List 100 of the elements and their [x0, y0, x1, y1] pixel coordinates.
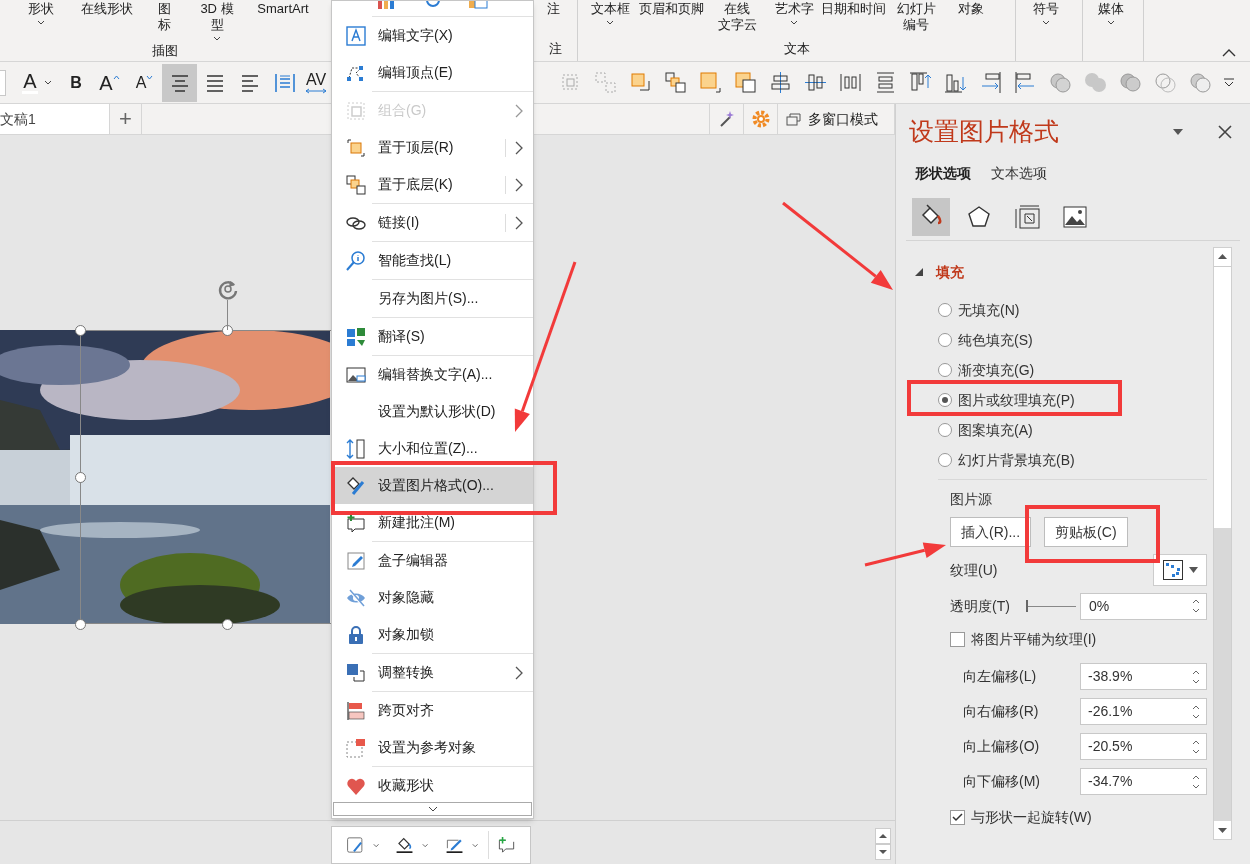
radio-label[interactable]: 无填充(N) — [958, 299, 1020, 321]
scroll-up-icon[interactable] — [1214, 248, 1231, 266]
ribbon-button[interactable]: 3D 模 型 — [186, 0, 248, 41]
menu-item[interactable]: 置于底层(K) — [332, 166, 533, 203]
menu-item[interactable]: 设置为参考对象 — [332, 729, 533, 766]
ribbon-button[interactable]: 页眉和页脚 — [636, 0, 706, 39]
ribbon-button[interactable]: 图 标 — [142, 0, 186, 41]
resize-handle[interactable] — [75, 472, 86, 483]
pane-tab[interactable]: 形状选项 — [915, 162, 971, 184]
dropdown-icon[interactable] — [1172, 128, 1184, 136]
ribbon-button[interactable]: 在线形状 — [72, 0, 142, 41]
ribbon-button[interactable]: 形状 — [10, 0, 72, 41]
radio-label[interactable]: 纯色填充(S) — [958, 329, 1033, 351]
menu-item[interactable]: 大小和位置(Z)... — [332, 430, 533, 467]
menu-item[interactable]: 对象隐藏 — [332, 579, 533, 616]
font-color-button[interactable]: A — [14, 63, 60, 102]
pane-icon-tab[interactable] — [912, 198, 950, 236]
resize-handle[interactable] — [222, 619, 233, 630]
scroll-thumb[interactable] — [1214, 266, 1231, 528]
menu-item[interactable]: 置于顶层(R) — [332, 129, 533, 166]
scroll-down-icon[interactable] — [1214, 821, 1231, 839]
scroll-up-icon[interactable] — [875, 828, 891, 844]
ribbon-button[interactable]: 注 — [533, 0, 573, 39]
font-field[interactable] — [0, 69, 6, 96]
collapse-icon[interactable] — [1222, 49, 1236, 57]
section-title[interactable]: 填充 — [936, 261, 964, 283]
radio-button[interactable] — [938, 453, 952, 467]
radio-button[interactable] — [938, 393, 952, 407]
scrollbar[interactable] — [1213, 247, 1232, 840]
pane-tab[interactable]: 文本选项 — [991, 162, 1047, 184]
send-to-back-icon[interactable] — [733, 70, 758, 95]
expand-icon[interactable] — [914, 267, 924, 277]
menu-item[interactable]: 编辑替换文字(A)... — [332, 356, 533, 393]
ribbon-button[interactable]: 幻灯片 编号 — [886, 0, 946, 39]
checkbox[interactable] — [950, 809, 965, 825]
texture-picker[interactable] — [1153, 554, 1207, 586]
menu-item[interactable]: 跨页对齐 — [332, 692, 533, 729]
menu-item[interactable]: 新建批注(M) — [332, 504, 533, 541]
spinner-icon[interactable] — [1192, 598, 1200, 614]
menu-item[interactable]: 调整转换 — [332, 654, 533, 691]
ribbon-button[interactable]: 艺术字 — [768, 0, 820, 39]
percent-field[interactable]: -34.7% — [1080, 768, 1207, 795]
radio-label[interactable]: 图案填充(A) — [958, 419, 1033, 441]
align-center-icon[interactable] — [768, 70, 793, 95]
radio-label[interactable]: 渐变填充(G) — [958, 359, 1035, 381]
source-button[interactable]: 剪贴板(C) — [1044, 517, 1128, 547]
grow-font-button[interactable]: A — [92, 63, 127, 102]
ribbon-button[interactable]: SmartArt — [248, 0, 318, 41]
bold-button[interactable]: B — [60, 63, 92, 102]
percent-field[interactable]: -38.9% — [1080, 663, 1207, 690]
menu-item[interactable]: 设置为默认形状(D) — [332, 393, 533, 430]
scroll-down-icon[interactable] — [875, 844, 891, 860]
align-center-button[interactable] — [162, 63, 197, 102]
menu-item[interactable]: 盒子编辑器 — [332, 542, 533, 579]
menu-item[interactable]: 翻译(S) — [332, 318, 533, 355]
radio-button[interactable] — [938, 423, 952, 437]
menu-item[interactable]: 链接(I) — [332, 204, 533, 241]
spinner-icon[interactable] — [1192, 773, 1200, 790]
document-tab[interactable]: 文稿1 — [0, 104, 110, 134]
spinner-icon[interactable] — [1192, 668, 1200, 685]
menu-item[interactable]: 编辑顶点(E) — [332, 54, 533, 91]
field-label: 向右偏移(R) — [963, 702, 1039, 721]
menu-item[interactable]: 智能查找(L) — [332, 242, 533, 279]
radio-label[interactable]: 幻灯片背景填充(B) — [958, 449, 1075, 471]
radio-button[interactable] — [938, 303, 952, 317]
checkbox[interactable] — [950, 631, 965, 647]
percent-field[interactable]: -20.5% — [1080, 733, 1207, 760]
shrink-font-button[interactable]: A — [127, 63, 162, 102]
ribbon-button[interactable]: 符号 — [1016, 0, 1076, 61]
ribbon-button[interactable]: 媒体 — [1083, 0, 1139, 61]
checkbox-label[interactable]: 将图片平铺为纹理(I) — [971, 628, 1097, 650]
resize-handle[interactable] — [75, 619, 86, 630]
add-tab-button[interactable]: + — [110, 104, 142, 134]
menu-item[interactable]: 收藏形状 — [332, 767, 533, 802]
checkbox-label[interactable]: 与形状一起旋转(W) — [971, 806, 1092, 828]
ribbon-button[interactable]: 日期和时间 — [820, 0, 886, 39]
percent-field[interactable]: -26.1% — [1080, 698, 1207, 725]
bring-to-front-icon[interactable] — [698, 70, 723, 95]
ribbon-button[interactable]: 在线 文字云 — [706, 0, 768, 39]
group-label: 文本 — [783, 40, 810, 58]
radio-label[interactable]: 图片或纹理填充(P) — [958, 389, 1075, 411]
spinner-icon[interactable] — [1192, 703, 1200, 720]
menu-item[interactable]: 编辑文字(X) — [332, 17, 533, 54]
resize-handle[interactable] — [75, 325, 86, 336]
ribbon-button[interactable]: 文本框 — [584, 0, 636, 39]
slider[interactable] — [1026, 600, 1076, 612]
resize-handle[interactable] — [222, 325, 233, 336]
spinner-icon[interactable] — [1192, 738, 1200, 755]
radio-button[interactable] — [938, 363, 952, 377]
percent-field[interactable]: 0% — [1080, 592, 1207, 620]
menu-item[interactable]: 对象加锁 — [332, 616, 533, 653]
close-icon[interactable] — [1218, 125, 1232, 139]
more-icon[interactable] — [1223, 77, 1235, 88]
send-backward-icon[interactable] — [663, 70, 688, 95]
radio-button[interactable] — [938, 333, 952, 347]
ribbon-button[interactable]: 对象 — [946, 0, 996, 39]
source-button[interactable]: 插入(R)... — [950, 517, 1032, 547]
menu-item[interactable]: 另存为图片(S)... — [332, 280, 533, 317]
menu-item[interactable]: 设置图片格式(O)... — [332, 467, 533, 504]
spacing-button[interactable]: AV — [302, 63, 330, 102]
